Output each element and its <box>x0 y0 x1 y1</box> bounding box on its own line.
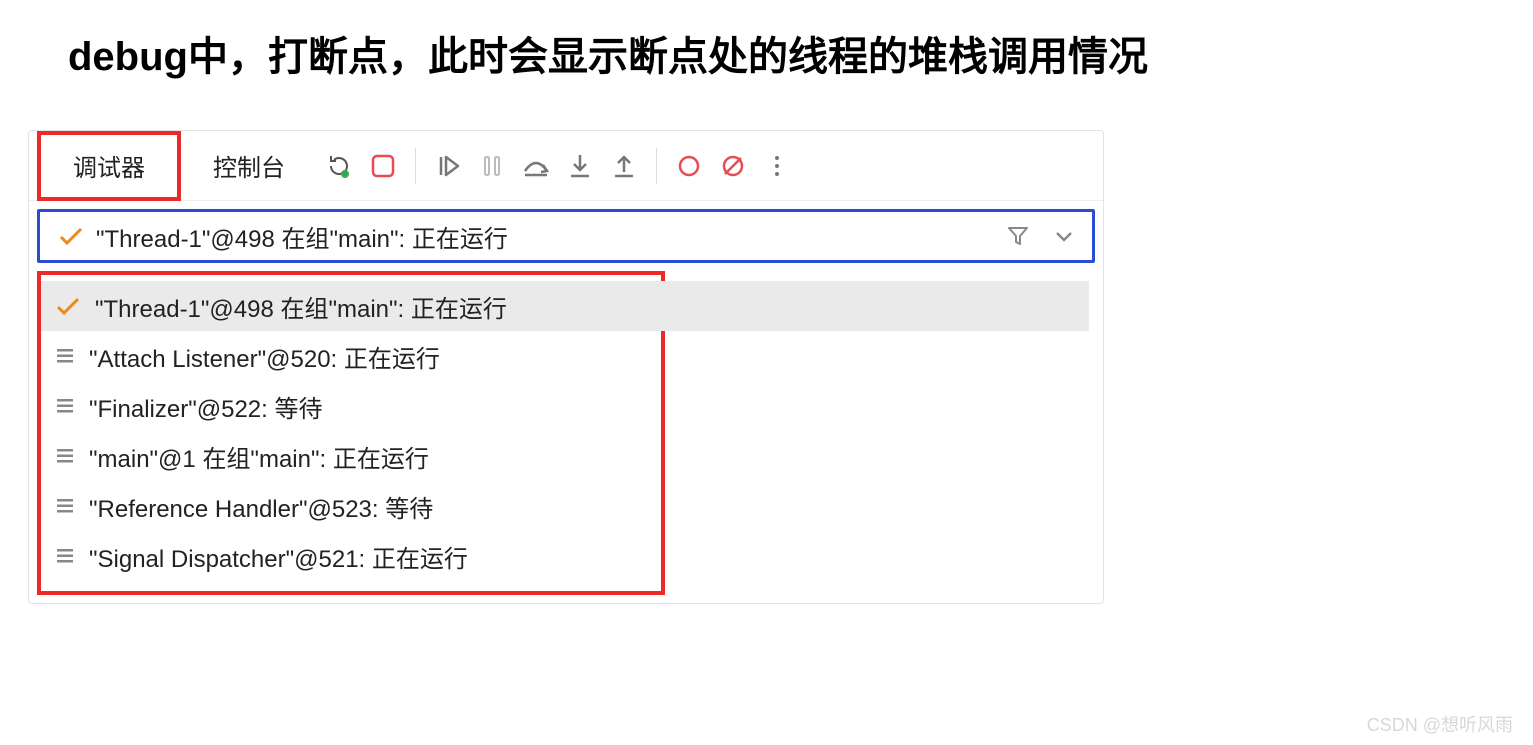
toolbar-separator <box>656 148 657 184</box>
thread-list: "Thread-1"@498 在组"main": 正在运行 "Attach Lis… <box>37 271 665 595</box>
resume-icon <box>434 152 462 180</box>
stop-icon <box>370 153 396 179</box>
check-icon <box>58 225 84 247</box>
thread-lines-icon <box>55 446 75 466</box>
mute-breakpoints-button[interactable] <box>711 144 755 188</box>
current-thread-selector[interactable]: "Thread-1"@498 在组"main": 正在运行 <box>37 209 1095 263</box>
tab-console[interactable]: 控制台 <box>181 131 317 201</box>
page-title: debug中，打断点，此时会显示断点处的线程的堆栈调用情况 <box>0 0 1533 82</box>
more-button[interactable] <box>755 144 799 188</box>
thread-lines-icon <box>55 546 75 566</box>
tab-debugger-label: 调试器 <box>73 148 145 183</box>
collapse-button[interactable] <box>1054 229 1074 243</box>
step-into-button[interactable] <box>558 144 602 188</box>
chevron-down-icon <box>1054 229 1074 243</box>
step-over-button[interactable] <box>514 144 558 188</box>
thread-list-area: "Thread-1"@498 在组"main": 正在运行 "Attach Lis… <box>29 271 1103 595</box>
thread-row[interactable]: "Finalizer"@522: 等待 <box>41 381 661 431</box>
step-out-button[interactable] <box>602 144 646 188</box>
thread-label: "Attach Listener"@520: 正在运行 <box>89 339 440 374</box>
tab-console-label: 控制台 <box>213 148 285 183</box>
pause-button[interactable] <box>470 144 514 188</box>
thread-row[interactable]: "main"@1 在组"main": 正在运行 <box>41 431 661 481</box>
current-thread-label: "Thread-1"@498 在组"main": 正在运行 <box>96 219 508 254</box>
toolbar-separator <box>415 148 416 184</box>
tab-debugger[interactable]: 调试器 <box>37 131 181 201</box>
thread-row[interactable]: "Thread-1"@498 在组"main": 正在运行 <box>41 281 1089 331</box>
debug-panel: 调试器 控制台 <box>28 130 1104 604</box>
thread-label: "Thread-1"@498 在组"main": 正在运行 <box>95 289 507 324</box>
filter-button[interactable] <box>1006 224 1030 248</box>
thread-row[interactable]: "Attach Listener"@520: 正在运行 <box>41 331 661 381</box>
pause-icon <box>479 153 505 179</box>
rerun-icon <box>325 152 353 180</box>
breakpoints-icon <box>676 153 702 179</box>
thread-label: "main"@1 在组"main": 正在运行 <box>89 439 429 474</box>
thread-lines-icon <box>55 396 75 416</box>
watermark: CSDN @想听风雨 <box>1367 711 1513 737</box>
step-over-icon <box>521 153 551 179</box>
thread-label: "Finalizer"@522: 等待 <box>89 389 322 424</box>
stop-button[interactable] <box>361 144 405 188</box>
thread-label: "Signal Dispatcher"@521: 正在运行 <box>89 539 468 574</box>
step-into-icon <box>567 152 593 180</box>
thread-lines-icon <box>55 346 75 366</box>
thread-row[interactable]: "Signal Dispatcher"@521: 正在运行 <box>41 531 661 581</box>
check-icon <box>55 295 81 317</box>
debug-toolbar: 调试器 控制台 <box>29 131 1103 201</box>
rerun-button[interactable] <box>317 144 361 188</box>
resume-button[interactable] <box>426 144 470 188</box>
thread-row[interactable]: "Reference Handler"@523: 等待 <box>41 481 661 531</box>
filter-icon <box>1006 224 1030 248</box>
step-out-icon <box>611 152 637 180</box>
view-breakpoints-button[interactable] <box>667 144 711 188</box>
thread-lines-icon <box>55 496 75 516</box>
more-icon <box>773 153 781 179</box>
thread-label: "Reference Handler"@523: 等待 <box>89 489 433 524</box>
mute-breakpoints-icon <box>720 153 746 179</box>
